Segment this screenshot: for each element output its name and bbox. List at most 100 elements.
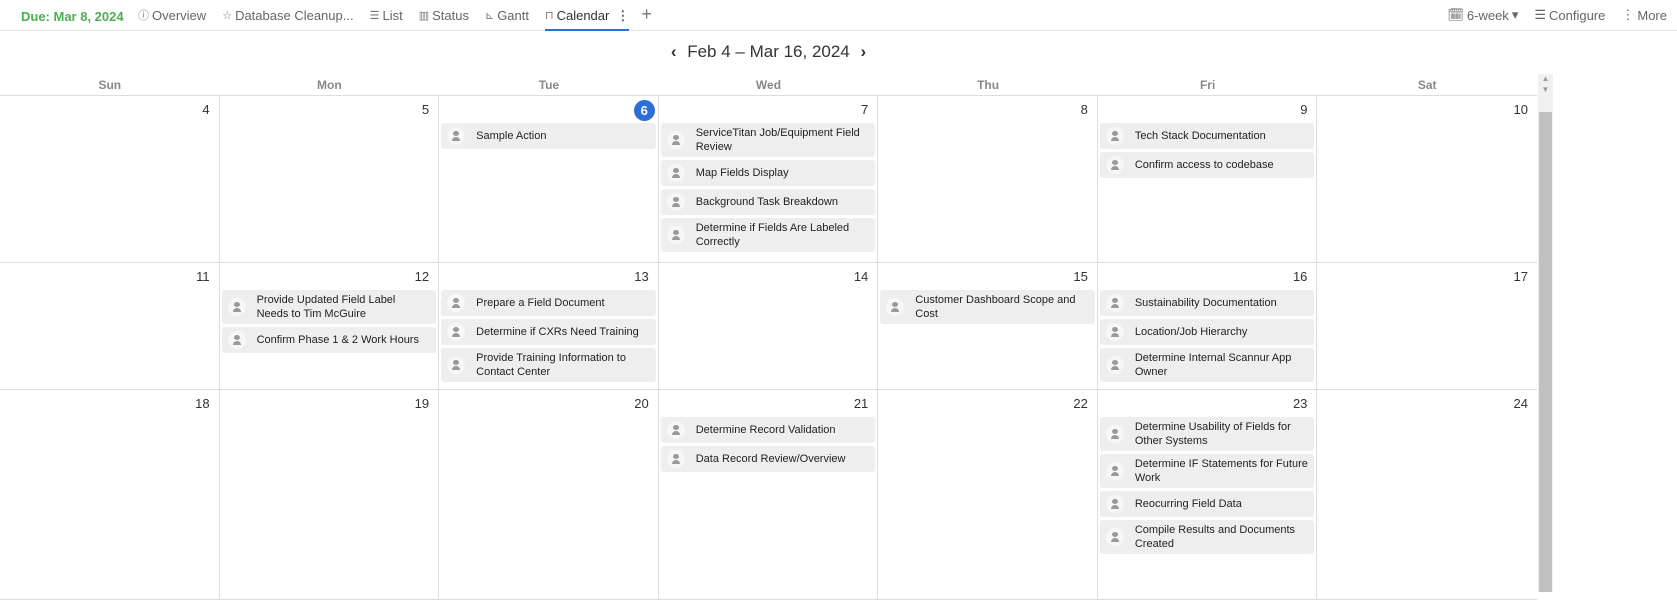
next-arrow-icon[interactable]: › (861, 42, 867, 61)
tab-database-cleanup[interactable]: ☆ Database Cleanup... (222, 0, 353, 30)
event-card[interactable]: Location/Job Hierarchy (1099, 319, 1315, 345)
day-cell[interactable]: 4 (0, 96, 220, 262)
event-card[interactable]: Data Record Review/Overview (660, 446, 876, 472)
day-number: 4 (202, 102, 210, 117)
tab-gantt[interactable]: ⊾ Gantt (485, 0, 529, 30)
day-cell[interactable]: 21 Determine Record Validation Data Record… (659, 390, 879, 599)
scrollbar-thumb[interactable] (1539, 112, 1552, 592)
event-card[interactable]: Compile Results and Documents Created (1099, 520, 1315, 554)
event-title: Determine Record Validation (695, 424, 836, 436)
user-avatar-icon (447, 127, 466, 145)
weekday-label: Sun (98, 78, 122, 92)
user-avatar-icon (447, 323, 466, 341)
tab-calendar[interactable]: ⊓ Calendar ⋮ (544, 0, 630, 31)
event-card[interactable]: Map Fields Display (660, 160, 876, 186)
scrollbar[interactable]: ▲ ▼ (1538, 74, 1553, 592)
day-cell[interactable]: 5 (220, 96, 440, 262)
event-title: Customer Dashboard Scope and Cost (915, 294, 1076, 320)
user-avatar-icon (447, 294, 466, 312)
weekday-label: Tue (538, 78, 560, 92)
event-card[interactable]: Background Task Breakdown (660, 189, 876, 215)
week-row: 18 19 20 21 Determine Record Validation Data … (0, 390, 1537, 600)
day-cell[interactable]: 24 (1317, 390, 1537, 599)
user-avatar-icon (447, 356, 466, 374)
week-row: 11 12 Provide Updated Field Label Needs to… (0, 263, 1537, 390)
day-cell[interactable]: 6 Sample Action (439, 96, 659, 262)
date-range-title: Feb 4 – Mar 16, 2024 (687, 42, 850, 61)
day-cell[interactable]: 15 Customer Dashboard Scope and Cost (878, 263, 1098, 389)
user-avatar-icon (1105, 356, 1124, 374)
event-card[interactable]: Determine IF Statements for Future Work (1099, 454, 1315, 488)
configure-button[interactable]: ☰ Configure (1534, 7, 1605, 23)
tab-icon: ⊓ (544, 10, 554, 22)
day-cell[interactable]: 20 (439, 390, 659, 599)
event-card[interactable]: Reocurring Field Data (1099, 491, 1315, 517)
day-cell[interactable]: 7 ServiceTitan Job/Equipment Field Review… (659, 96, 879, 262)
prev-arrow-icon[interactable]: ‹ (671, 42, 677, 61)
user-avatar-icon (1105, 495, 1124, 513)
add-tab-button[interactable]: + (641, 0, 652, 29)
event-card[interactable]: Sample Action (441, 123, 656, 149)
tab-label: Gantt (497, 7, 529, 23)
day-number: 7 (861, 102, 869, 117)
tab-label: Calendar (556, 8, 610, 23)
event-card[interactable]: Determine Internal Scannur App Owner (1099, 348, 1315, 382)
day-number: 6 (633, 100, 655, 121)
event-title: Compile Results and Documents Created (1134, 524, 1296, 550)
tab-overview[interactable]: ⓘ Overview (138, 0, 206, 30)
event-title: ServiceTitan Job/Equipment Field Review (695, 127, 860, 153)
day-number: 10 (1513, 102, 1528, 117)
day-cell[interactable]: 22 (878, 390, 1098, 599)
day-cell[interactable]: 10 (1317, 96, 1537, 262)
day-cell[interactable]: 19 (220, 390, 440, 599)
scroll-down-icon[interactable]: ▼ (1538, 85, 1553, 96)
day-number: 9 (1300, 102, 1308, 117)
event-card[interactable]: Customer Dashboard Scope and Cost (880, 290, 1095, 324)
event-card[interactable]: Confirm access to codebase (1099, 152, 1315, 178)
event-card[interactable]: Determine if Fields Are Labeled Correctl… (660, 218, 876, 252)
day-cell[interactable]: 18 (0, 390, 220, 599)
event-card[interactable]: Determine Usability of Fields for Other … (1099, 417, 1315, 451)
event-title: Sustainability Documentation (1134, 297, 1277, 309)
user-avatar-icon (227, 298, 246, 316)
day-cell[interactable]: 13 Prepare a Field Document Determine if C… (439, 263, 659, 389)
tab-list[interactable]: ☰ List (370, 0, 403, 30)
day-cell[interactable]: 11 (0, 263, 220, 389)
more-button[interactable]: ⋮ More (1621, 7, 1667, 23)
event-card[interactable]: Provide Training Information to Contact … (441, 348, 656, 382)
day-number: 8 (1080, 102, 1088, 117)
kebab-icon[interactable]: ⋮ (616, 8, 629, 24)
user-avatar-icon (666, 226, 685, 244)
event-card[interactable]: ServiceTitan Job/Equipment Field Review (660, 123, 876, 157)
tab-label: Database Cleanup... (235, 7, 354, 23)
scroll-up-icon[interactable]: ▲ (1538, 74, 1553, 85)
event-card[interactable]: Prepare a Field Document (441, 290, 656, 316)
event-card[interactable]: Tech Stack Documentation (1099, 123, 1315, 149)
event-card[interactable]: Determine if CXRs Need Training (441, 319, 656, 345)
due-date: Due: Mar 8, 2024 (21, 9, 124, 24)
day-cell[interactable]: 16 Sustainability Documentation Location/J… (1098, 263, 1318, 389)
calendar-grid: 4 5 6 Sample Action 7 ServiceTitan Job/Equipm… (0, 96, 1537, 600)
view-range-dropdown[interactable]: 🗓 6-week ▾ (1447, 7, 1518, 23)
weekday-label: Fri (1199, 78, 1216, 92)
day-number: 16 (1292, 269, 1308, 284)
weekday-header: Sun Mon Tue Wed Thu Fri Sat (0, 74, 1537, 96)
day-number: 14 (853, 269, 869, 284)
user-avatar-icon (666, 193, 685, 211)
day-cell[interactable]: 17 (1317, 263, 1537, 389)
day-cell[interactable]: 9 Tech Stack Documentation Confirm access … (1098, 96, 1318, 262)
event-card[interactable]: Determine Record Validation (660, 417, 876, 443)
day-number: 24 (1513, 396, 1528, 411)
event-title: Determine IF Statements for Future Work (1134, 458, 1308, 484)
event-card[interactable]: Provide Updated Field Label Needs to Tim… (221, 290, 437, 324)
event-title: Provide Training Information to Contact … (476, 352, 626, 378)
event-title: Provide Updated Field Label Needs to Tim… (256, 294, 396, 320)
event-card[interactable]: Confirm Phase 1 & 2 Work Hours (221, 327, 437, 353)
day-cell[interactable]: 23 Determine Usability of Fields for Othe… (1098, 390, 1318, 599)
tab-status[interactable]: ▥ Status (419, 0, 469, 30)
day-cell[interactable]: 8 (878, 96, 1098, 262)
day-cell[interactable]: 14 (659, 263, 879, 389)
day-cell[interactable]: 12 Provide Updated Field Label Needs to T… (220, 263, 440, 389)
event-card[interactable]: Sustainability Documentation (1099, 290, 1315, 316)
user-avatar-icon (1105, 425, 1124, 443)
